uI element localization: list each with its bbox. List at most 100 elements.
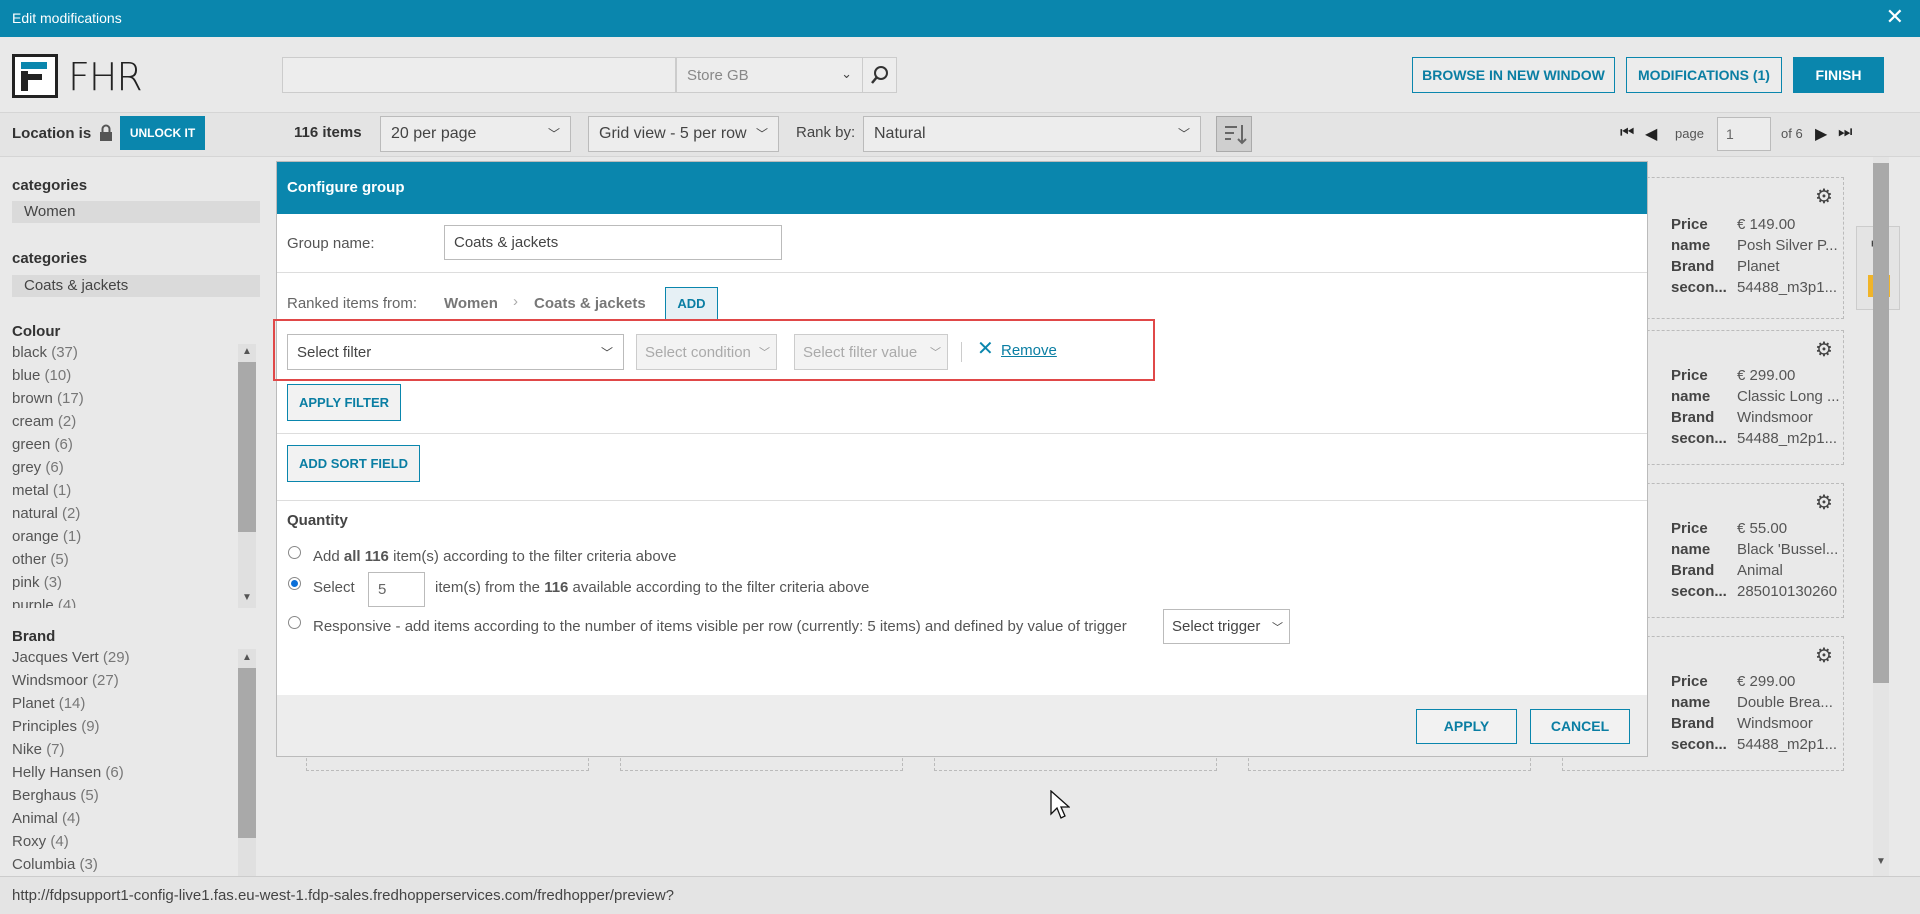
select-condition-dropdown[interactable]: Select condition ﹀ [636,334,777,370]
price-value: € 149.00 [1737,216,1796,233]
apply-button[interactable]: APPLY [1416,709,1517,744]
select-filter-dropdown[interactable]: Select filter ﹀ [287,334,624,370]
rank-select[interactable]: Natural ﹀ [863,116,1201,152]
breadcrumb-coats-jackets[interactable]: Coats & jackets [534,295,646,312]
search-button[interactable] [862,57,897,93]
secondary-value: 285010130260 [1737,583,1838,600]
last-page-icon[interactable]: ⏭ [1838,124,1852,142]
brand-scrollbar-thumb[interactable] [238,668,256,838]
colour-heading: Colour [12,323,61,340]
list-item[interactable]: Helly Hansen (6) [12,764,237,787]
first-page-icon[interactable]: ⏮ [1620,124,1634,142]
scroll-down-icon[interactable]: ▼ [1876,856,1886,867]
sort-order-button[interactable] [1216,116,1252,152]
name-value: Double Brea... [1737,694,1833,711]
rank-label: Rank by: [796,124,856,141]
brand-label: Brand [1671,562,1715,579]
add-sort-field-button[interactable]: ADD SORT FIELD [287,445,420,482]
select-filter-value: Select filter [297,344,372,361]
quantity-select-label: Select [313,579,355,596]
list-item[interactable]: Columbia (3) [12,856,237,876]
list-item[interactable]: black (37) [12,344,237,367]
list-item[interactable]: grey (6) [12,459,237,482]
brand-label: Brand [1671,258,1715,275]
select-filter-value-dropdown[interactable]: Select filter value ﹀ [794,334,948,370]
logo-text: FHR [68,55,143,99]
list-item[interactable]: Planet (14) [12,695,237,718]
quantity-responsive-radio[interactable] [288,616,301,629]
secondary-value: 54488_m3p1... [1737,279,1838,296]
status-url: http://fdpsupport1-config-live1.fas.eu-w… [12,887,675,904]
ranked-items-label: Ranked items from: [287,295,418,312]
chevron-down-icon: ﹀ [755,127,768,141]
gear-icon[interactable]: ⚙ [1815,490,1833,515]
grid-view-select[interactable]: Grid view - 5 per row ﹀ [588,116,779,152]
apply-filter-button[interactable]: APPLY FILTER [287,384,401,421]
browse-new-window-button[interactable]: BROWSE IN NEW WINDOW [1412,57,1615,93]
brand-heading: Brand [12,628,56,645]
list-item[interactable]: orange (1) [12,528,237,551]
list-item[interactable]: Jacques Vert (29) [12,649,237,672]
search-input[interactable] [282,57,676,93]
gear-icon[interactable]: ⚙ [1815,643,1833,668]
list-item[interactable]: metal (1) [12,482,237,505]
mouse-cursor-icon [1050,789,1071,823]
page-input[interactable]: 1 [1717,117,1771,151]
remove-icon[interactable]: ✕ [977,339,994,359]
prev-page-icon[interactable]: ◀ [1645,124,1657,144]
list-item[interactable]: cream (2) [12,413,237,436]
name-label: name [1671,237,1711,254]
quantity-input[interactable]: 5 [368,572,425,607]
list-item[interactable]: pink (3) [12,574,237,597]
colour-list: black (37) blue (10) brown (17) cream (2… [12,344,237,608]
quantity-select-text: item(s) from the 116 available according… [435,579,870,596]
colour-scrollbar-thumb[interactable] [238,362,256,532]
gear-icon[interactable]: ⚙ [1815,184,1833,209]
name-label: name [1671,388,1711,405]
finish-button[interactable]: FINISH [1793,57,1884,93]
remove-link[interactable]: Remove [1001,342,1057,359]
list-item[interactable]: green (6) [12,436,237,459]
select-condition-value: Select condition [645,344,751,361]
unlock-button[interactable]: UNLOCK IT [120,116,205,150]
list-item[interactable]: blue (10) [12,367,237,390]
store-select[interactable]: Store GB ⌄ [676,57,863,93]
list-item[interactable]: Animal (4) [12,810,237,833]
list-item[interactable]: Nike (7) [12,741,237,764]
price-value: € 299.00 [1737,367,1796,384]
main-scrollbar-thumb[interactable] [1873,163,1889,683]
list-item[interactable]: Principles (9) [12,718,237,741]
list-item[interactable]: Roxy (4) [12,833,237,856]
list-item[interactable]: other (5) [12,551,237,574]
list-item[interactable]: purple (4) [12,597,237,608]
category-women[interactable]: Women [12,201,260,223]
chevron-down-icon: ﹀ [759,347,770,359]
name-label: name [1671,541,1711,558]
group-name-input[interactable]: Coats & jackets [444,225,782,260]
quantity-all-radio[interactable] [288,546,301,559]
window-title: Edit modifications [12,10,122,26]
price-value: € 55.00 [1737,520,1788,537]
list-item[interactable]: natural (2) [12,505,237,528]
list-item[interactable]: brown (17) [12,390,237,413]
modifications-button[interactable]: MODIFICATIONS (1) [1626,57,1782,93]
close-icon[interactable]: ✕ [1886,6,1904,28]
add-button[interactable]: ADD [665,287,718,320]
list-item[interactable]: Berghaus (5) [12,787,237,810]
gear-icon[interactable]: ⚙ [1815,337,1833,362]
scroll-up-icon[interactable]: ▲ [242,346,252,357]
list-item[interactable]: Windsmoor (27) [12,672,237,695]
chevron-down-icon: ﹀ [1177,127,1190,141]
category-coats-jackets[interactable]: Coats & jackets [12,275,260,297]
select-trigger-dropdown[interactable]: Select trigger ﹀ [1163,609,1290,644]
per-page-select[interactable]: 20 per page ﹀ [380,116,571,152]
next-page-icon[interactable]: ▶ [1815,124,1827,144]
cancel-button[interactable]: CANCEL [1530,709,1630,744]
breadcrumb-women[interactable]: Women [444,295,498,312]
quantity-select-radio[interactable] [288,577,301,590]
scroll-up-icon[interactable]: ▲ [242,652,252,663]
quantity-label: Quantity [287,512,348,529]
brand-label: Brand [1671,409,1715,426]
separator [961,342,962,362]
scroll-down-icon[interactable]: ▼ [242,592,252,603]
